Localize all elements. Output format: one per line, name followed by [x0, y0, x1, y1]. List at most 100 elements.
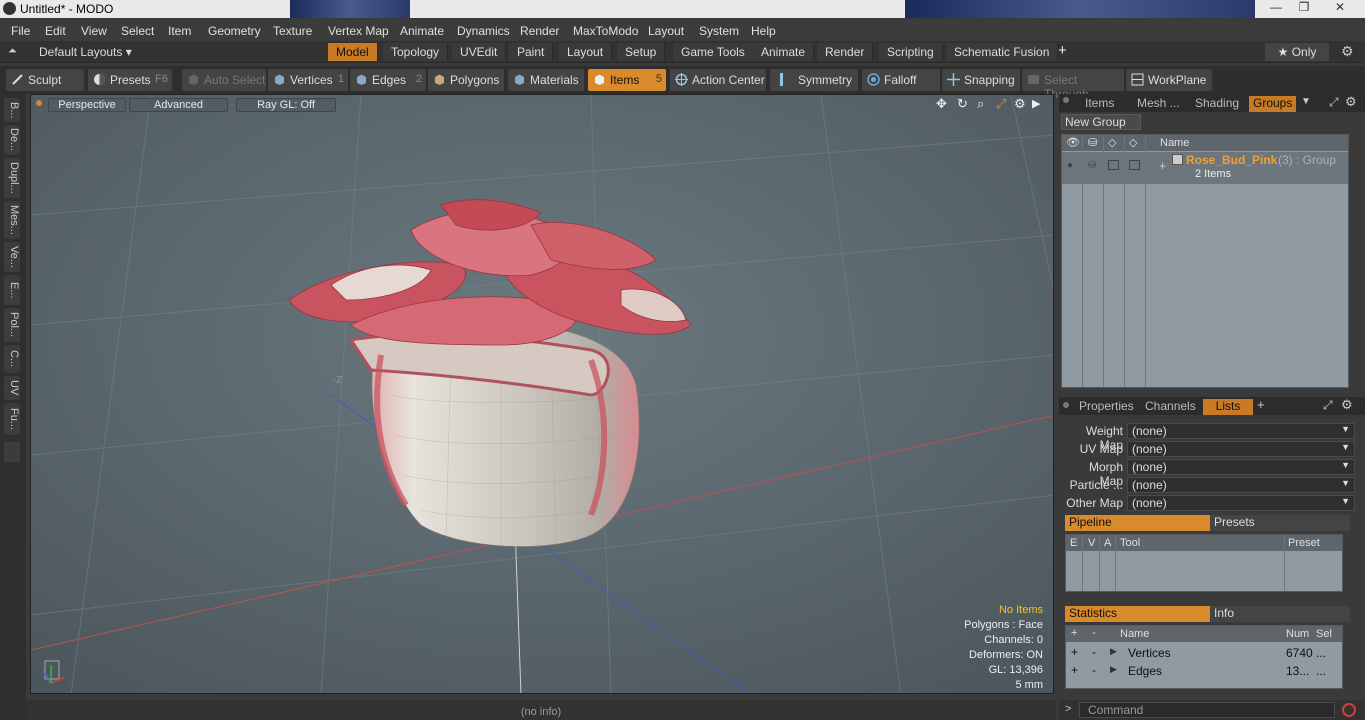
- menu-texture[interactable]: Texture: [273, 24, 312, 38]
- symmetry-button[interactable]: Symmetry: [770, 69, 858, 91]
- tab-schematic-fusion[interactable]: Schematic Fusion: [946, 43, 1059, 61]
- close-button[interactable]: ✕: [1326, 0, 1354, 16]
- add-tab-button[interactable]: +: [1058, 42, 1067, 59]
- falloff-button[interactable]: Falloff: [862, 69, 940, 91]
- 3d-viewport[interactable]: -Z Perspective Advanced Ray GL: Off ✥ ↻ …: [30, 94, 1054, 694]
- raygl-button[interactable]: Ray GL: Off: [236, 98, 336, 112]
- tab-lists[interactable]: Lists: [1203, 399, 1253, 415]
- expand-icon[interactable]: ⤢: [1323, 398, 1333, 413]
- perspective-button[interactable]: Perspective: [48, 98, 126, 112]
- play-icon[interactable]: ▶: [1032, 97, 1040, 110]
- tool-tab[interactable]: Mes...: [4, 201, 20, 239]
- expand-button[interactable]: [4, 442, 20, 462]
- tab-statistics[interactable]: Statistics: [1065, 606, 1210, 622]
- menu-vertex-map[interactable]: Vertex Map: [328, 24, 389, 38]
- add-button[interactable]: +: [1071, 663, 1078, 677]
- tab-properties[interactable]: Properties: [1075, 399, 1138, 415]
- tool-tab[interactable]: Pol...: [4, 308, 20, 342]
- gear-icon[interactable]: ⚙: [1341, 397, 1353, 413]
- zoom-view-icon[interactable]: ⌕: [977, 96, 984, 112]
- tab-setup[interactable]: Setup: [617, 43, 666, 61]
- viewport-menu-icon[interactable]: [36, 100, 42, 106]
- tab-uvedit[interactable]: UVEdit: [452, 43, 507, 61]
- layout-preset-dropdown[interactable]: Default Layouts ▾: [39, 45, 132, 59]
- tab-channels[interactable]: Channels: [1141, 399, 1200, 415]
- rotate-view-icon[interactable]: ↻: [957, 96, 968, 112]
- groups-list[interactable]: 👁 ⛁ ◇ ◇ Name ● ⛁ + Rose_Bud_Pink (3) : G…: [1061, 134, 1349, 388]
- tab-animate[interactable]: Animate: [753, 43, 815, 61]
- tab-topology[interactable]: Topology: [383, 43, 449, 61]
- expand-plus-icon[interactable]: +: [1159, 159, 1166, 173]
- only-toggle[interactable]: ★ Only: [1265, 43, 1329, 61]
- tab-pipeline[interactable]: Pipeline: [1065, 515, 1210, 531]
- particle-select[interactable]: (none) ▼: [1127, 477, 1355, 493]
- menu-render[interactable]: Render: [520, 24, 559, 38]
- remove-button[interactable]: -: [1092, 663, 1096, 677]
- tab-model[interactable]: Model: [328, 43, 378, 61]
- eye-icon[interactable]: 👁: [1066, 136, 1080, 149]
- menu-edit[interactable]: Edit: [45, 24, 66, 38]
- action-center-button[interactable]: Action Center: [670, 69, 766, 91]
- lock-icon[interactable]: ⛁: [1088, 136, 1097, 149]
- menu-geometry[interactable]: Geometry: [208, 24, 261, 38]
- remove-button[interactable]: -: [1092, 645, 1096, 659]
- minimize-button[interactable]: —: [1262, 0, 1290, 16]
- add-button[interactable]: +: [1071, 645, 1078, 659]
- expand-arrow-icon[interactable]: ▶: [1110, 646, 1117, 657]
- panel-menu-icon[interactable]: [1063, 97, 1069, 103]
- menu-select[interactable]: Select: [121, 24, 154, 38]
- menu-file[interactable]: File: [11, 24, 30, 38]
- tab-render[interactable]: Render: [817, 43, 874, 61]
- select-toggle[interactable]: [1129, 160, 1140, 170]
- morph-map-select[interactable]: (none) ▼: [1127, 459, 1355, 475]
- other-map-select[interactable]: (none) ▼: [1127, 495, 1355, 511]
- gear-icon[interactable]: ⚙: [1345, 94, 1357, 110]
- menu-dynamics[interactable]: Dynamics: [457, 24, 510, 38]
- tool-tab[interactable]: Fu...: [4, 403, 20, 435]
- tab-info[interactable]: Info: [1210, 606, 1350, 622]
- tool-tab[interactable]: E...: [4, 275, 20, 305]
- edges-button[interactable]: Edges 2: [350, 69, 426, 91]
- tool-tab[interactable]: De...: [4, 125, 20, 155]
- expand-icon[interactable]: ⤢: [1329, 95, 1339, 110]
- tab-game-tools[interactable]: Game Tools: [673, 43, 754, 61]
- statistics-list[interactable]: + - Name Num Sel + - ▶ Vertices 6740 ...…: [1065, 625, 1343, 689]
- tab-paint[interactable]: Paint: [509, 43, 554, 61]
- tab-shading[interactable]: Shading: [1191, 96, 1243, 112]
- select-through-button[interactable]: Select Through: [1022, 69, 1124, 101]
- menu-system[interactable]: System: [699, 24, 739, 38]
- command-input[interactable]: Command: [1079, 702, 1335, 718]
- pipeline-list[interactable]: E V A Tool Preset: [1065, 534, 1343, 592]
- polygons-button[interactable]: Polygons: [428, 69, 504, 91]
- auto-select-button[interactable]: Auto Select: [182, 69, 266, 91]
- weight-map-select[interactable]: (none) ▼: [1127, 423, 1355, 439]
- menu-item[interactable]: Item: [168, 24, 191, 38]
- tool-tab[interactable]: Dupl...: [4, 158, 20, 198]
- record-icon[interactable]: [1342, 703, 1356, 717]
- gear-icon[interactable]: ⚙: [1014, 96, 1026, 112]
- stat-row[interactable]: + - ▶ Vertices 6740 ...: [1066, 644, 1342, 662]
- gear-icon[interactable]: ⚙: [1341, 43, 1354, 60]
- tool-tab[interactable]: UV: [4, 376, 20, 400]
- tab-presets[interactable]: Presets: [1210, 515, 1350, 531]
- render-toggle[interactable]: [1108, 160, 1119, 170]
- items-button[interactable]: Items 5: [588, 69, 666, 91]
- render-icon[interactable]: ◇: [1108, 136, 1116, 149]
- uv-map-select[interactable]: (none) ▼: [1127, 441, 1355, 457]
- workplane-button[interactable]: WorkPlane: [1126, 69, 1212, 91]
- presets-button[interactable]: Presets F6: [88, 69, 172, 91]
- maximize-button[interactable]: ❐: [1290, 0, 1318, 16]
- advanced-button[interactable]: Advanced: [129, 98, 228, 112]
- sculpt-button[interactable]: Sculpt: [6, 69, 84, 91]
- expand-arrow-icon[interactable]: ▶: [1110, 664, 1117, 675]
- menu-maxtomodo[interactable]: MaxToModo: [573, 24, 638, 38]
- menu-animate[interactable]: Animate: [400, 24, 444, 38]
- menu-view[interactable]: View: [81, 24, 107, 38]
- move-view-icon[interactable]: ✥: [936, 96, 947, 112]
- add-tab-icon[interactable]: +: [1257, 397, 1265, 412]
- snapping-button[interactable]: Snapping: [942, 69, 1020, 91]
- panel-menu-icon[interactable]: [1063, 402, 1069, 408]
- tab-layout[interactable]: Layout: [559, 43, 613, 61]
- tool-tab[interactable]: B...: [4, 98, 20, 122]
- tab-scripting[interactable]: Scripting: [879, 43, 943, 61]
